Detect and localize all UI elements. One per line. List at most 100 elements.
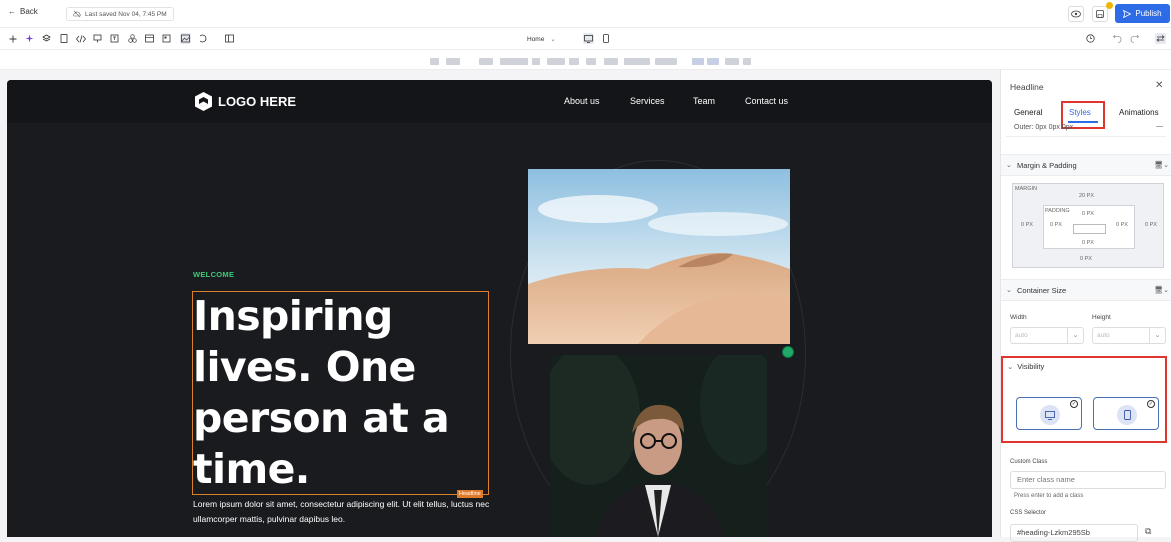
tab-general[interactable]: General	[1014, 108, 1042, 117]
margin-right-value[interactable]: 0 PX	[1145, 222, 1157, 228]
cloud-off-icon	[73, 10, 81, 18]
margin-left-value[interactable]: 0 PX	[1021, 222, 1033, 228]
editor-toolbar: Home ⌄	[0, 28, 1171, 50]
code-icon[interactable]	[75, 33, 86, 44]
back-label: Back	[20, 7, 38, 16]
sparkle-icon[interactable]	[24, 33, 35, 44]
page-selector-value: Home	[527, 35, 545, 43]
pages-icon[interactable]	[58, 33, 69, 44]
margin-bottom-value[interactable]: 0 PX	[1080, 256, 1092, 262]
notification-dot	[1106, 2, 1113, 9]
redacted-block	[547, 58, 565, 65]
height-select[interactable]: auto ⌄	[1092, 327, 1166, 344]
chevron-down-icon: ⌄	[550, 36, 556, 43]
undo-icon[interactable]	[1112, 33, 1123, 44]
margin-top-value[interactable]: 20 PX	[1079, 193, 1094, 199]
visibility-section-header[interactable]: ⌄ Visibility	[1007, 362, 1044, 371]
check-icon: ✓	[1070, 400, 1078, 408]
portrait-image[interactable]	[550, 355, 767, 537]
chevron-down-icon: ⌄	[1149, 328, 1165, 343]
top-bar: ← Back Last saved Nov 04, 7:45 PM Publis…	[0, 0, 1171, 28]
last-saved-status: Last saved Nov 04, 7:45 PM	[66, 7, 174, 21]
redacted-block	[569, 58, 579, 65]
outer-value-row: Outer: 0px 0px 0px —	[1006, 123, 1166, 137]
green-accent-dot	[782, 346, 794, 358]
redacted-block	[604, 58, 618, 65]
desktop-icon	[1040, 405, 1060, 425]
padding-bottom-value[interactable]: 0 PX	[1082, 240, 1094, 246]
padding-caption: PADDING	[1045, 208, 1070, 214]
container-size-section-header[interactable]: ⌄ Container Size 🖥⌄	[1001, 279, 1171, 301]
device-toggle-icon[interactable]: 🖥⌄	[1154, 161, 1169, 169]
height-label: Height	[1092, 314, 1111, 321]
redacted-block	[692, 58, 704, 65]
preview-button[interactable]	[1068, 6, 1084, 22]
component-icon[interactable]	[92, 33, 103, 44]
redacted-block	[624, 58, 650, 65]
nav-team[interactable]: Team	[693, 96, 715, 106]
padding-right-value[interactable]: 0 PX	[1116, 222, 1128, 228]
nav-about[interactable]: About us	[564, 96, 600, 106]
eye-icon	[1071, 10, 1081, 18]
visibility-desktop-toggle[interactable]: ✓	[1016, 397, 1082, 430]
redacted-block	[446, 58, 460, 65]
page-selector[interactable]: Home ⌄	[527, 33, 573, 45]
chevron-down-icon: ⌄	[1067, 328, 1083, 343]
redacted-block	[707, 58, 719, 65]
width-select[interactable]: auto ⌄	[1010, 327, 1084, 344]
redacted-block	[725, 58, 739, 65]
content-box	[1073, 224, 1106, 234]
nav-services[interactable]: Services	[630, 96, 665, 106]
custom-class-input[interactable]: Enter class name	[1010, 471, 1166, 489]
minus-icon[interactable]: —	[1156, 122, 1163, 132]
chevron-down-icon: ⌄	[1006, 162, 1012, 169]
visibility-mobile-toggle[interactable]: ✓	[1093, 397, 1159, 430]
device-toggle-icon[interactable]: 🖥⌄	[1154, 286, 1169, 294]
nav-contact[interactable]: Contact us	[745, 96, 788, 106]
check-icon: ✓	[1147, 400, 1155, 408]
tab-animations[interactable]: Animations	[1119, 108, 1159, 117]
back-button[interactable]: ← Back	[8, 7, 38, 16]
history-icon[interactable]	[1085, 33, 1096, 44]
save-button[interactable]	[1092, 6, 1108, 22]
padding-top-value[interactable]: 0 PX	[1082, 211, 1094, 217]
redacted-block	[532, 58, 540, 65]
desert-image[interactable]	[528, 169, 790, 344]
panel-title: Headline	[1010, 82, 1044, 92]
copy-icon[interactable]: ⧉	[1145, 526, 1151, 537]
css-selector-label: CSS Selector	[1010, 510, 1047, 516]
css-selector-field[interactable]: #heading-Lzkm295Sb	[1010, 524, 1138, 542]
media-icon[interactable]	[197, 33, 208, 44]
padding-left-value[interactable]: 0 PX	[1050, 222, 1062, 228]
desktop-view-icon[interactable]	[583, 33, 594, 44]
save-icon	[1096, 10, 1104, 18]
form-icon[interactable]	[109, 33, 120, 44]
site-logo[interactable]: LOGO HERE	[193, 91, 296, 112]
redo-icon[interactable]	[1129, 33, 1140, 44]
section-icon[interactable]	[144, 33, 155, 44]
page-canvas: LOGO HERE About us Services Team Contact…	[7, 80, 992, 537]
redacted-block	[586, 58, 596, 65]
redacted-block	[430, 58, 439, 65]
last-saved-label: Last saved Nov 04, 7:45 PM	[85, 10, 167, 18]
mobile-icon	[1117, 405, 1137, 425]
publish-button[interactable]: Publish	[1115, 4, 1170, 23]
widgets-icon[interactable]	[127, 33, 138, 44]
layers-icon[interactable]	[41, 33, 52, 44]
settings-icon[interactable]	[1155, 33, 1166, 44]
custom-class-hint: Press enter to add a class	[1014, 493, 1084, 499]
headline-text[interactable]: Inspiring lives. One person at a time.	[193, 291, 483, 495]
publish-label: Publish	[1135, 9, 1162, 18]
template-icon[interactable]	[161, 33, 172, 44]
welcome-label[interactable]: WELCOME	[193, 270, 234, 279]
width-label: Width	[1010, 314, 1027, 321]
mobile-view-icon[interactable]	[600, 33, 611, 44]
margin-padding-section-header[interactable]: ⌄ Margin & Padding 🖥⌄	[1001, 154, 1171, 176]
plus-icon[interactable]	[7, 33, 18, 44]
width-value: auto	[1015, 332, 1028, 339]
height-value: auto	[1097, 332, 1110, 339]
close-icon[interactable]: ✕	[1155, 80, 1163, 91]
sidebar-toggle-icon[interactable]	[224, 33, 235, 44]
image-icon[interactable]	[180, 33, 191, 44]
body-paragraph[interactable]: Lorem ipsum dolor sit amet, consectetur …	[193, 497, 498, 527]
